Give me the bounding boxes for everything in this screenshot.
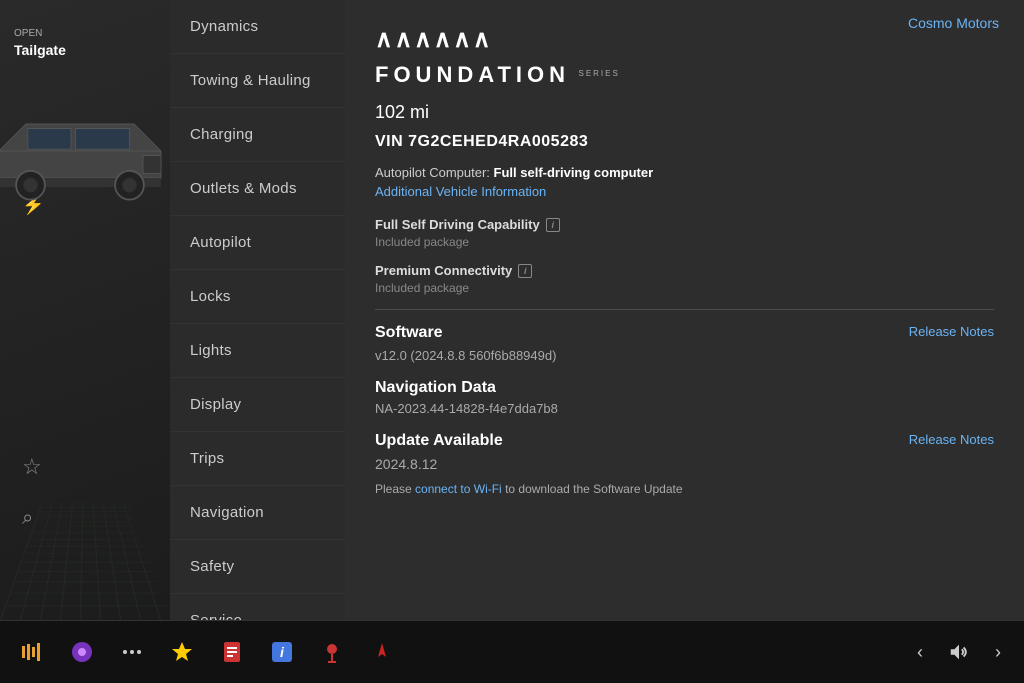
- mileage-display: 102 mi: [375, 102, 994, 123]
- volume-control[interactable]: [940, 641, 978, 663]
- sidebar-item-charging[interactable]: Charging: [170, 108, 345, 162]
- software-section-row: Software Release Notes: [375, 324, 994, 342]
- sidebar-item-towing[interactable]: Towing & Hauling: [170, 54, 345, 108]
- update-version: 2024.8.12: [375, 456, 994, 472]
- nav-data-value: NA-2023.44-14828-f4e7dda7b8: [375, 401, 994, 416]
- foundation-label: FOUNDATION: [375, 62, 570, 87]
- sidebar-nav: Dynamics Towing & Hauling Charging Outle…: [170, 0, 345, 620]
- back-button[interactable]: ‹: [904, 636, 936, 668]
- foundation-series: SERIES: [578, 69, 619, 78]
- taskbar-info-icon[interactable]: i: [260, 630, 304, 674]
- sidebar-item-locks[interactable]: Locks: [170, 270, 345, 324]
- taskbar-apps-icon[interactable]: [60, 630, 104, 674]
- taskbar: i ‹ ›: [0, 620, 1024, 683]
- taskbar-file-icon[interactable]: [210, 630, 254, 674]
- fsd-title: Full Self Driving Capability i: [375, 217, 994, 232]
- fsd-feature: Full Self Driving Capability i Included …: [375, 217, 994, 249]
- vehicle-image: [0, 90, 170, 230]
- vin-display: VIN 7G2CEHED4RA005283: [375, 133, 994, 151]
- update-section-row: Update Available Release Notes: [375, 432, 994, 450]
- left-panel: Open Tailgate ⚡ ☆ ⌕: [0, 0, 170, 620]
- forward-button[interactable]: ›: [982, 636, 1014, 668]
- premium-sub: Included package: [375, 281, 994, 295]
- sidebar-item-dynamics[interactable]: Dynamics: [170, 0, 345, 54]
- sidebar-item-display[interactable]: Display: [170, 378, 345, 432]
- sidebar-item-lights[interactable]: Lights: [170, 324, 345, 378]
- taskbar-menu-icon[interactable]: [110, 630, 154, 674]
- taskbar-navigation-controls: ‹ ›: [904, 636, 1014, 668]
- brand-logo: ∧∧∧∧∧∧: [375, 25, 994, 54]
- software-release-notes-link[interactable]: Release Notes: [909, 324, 994, 339]
- additional-info-link[interactable]: Additional Vehicle Information: [375, 184, 994, 199]
- software-section-title: Software: [375, 324, 443, 342]
- sidebar-item-autopilot[interactable]: Autopilot: [170, 216, 345, 270]
- taskbar-pin-icon[interactable]: [310, 630, 354, 674]
- brand-logo-area: ∧∧∧∧∧∧: [375, 25, 994, 54]
- nav-data-title: Navigation Data: [375, 379, 994, 397]
- premium-info-icon[interactable]: i: [518, 264, 532, 278]
- taskbar-games-icon[interactable]: [160, 630, 204, 674]
- update-release-notes-link[interactable]: Release Notes: [909, 432, 994, 447]
- search-icon[interactable]: ⌕: [22, 507, 33, 530]
- cosmo-motors-link[interactable]: Cosmo Motors: [908, 15, 999, 31]
- software-version: v12.0 (2024.8.8 560f6b88949d): [375, 348, 994, 363]
- sidebar-item-safety[interactable]: Safety: [170, 540, 345, 594]
- premium-feature: Premium Connectivity i Included package: [375, 263, 994, 295]
- star-icon[interactable]: ☆: [22, 454, 42, 480]
- divider-1: [375, 309, 994, 310]
- autopilot-label: Autopilot Computer:: [375, 165, 490, 180]
- autopilot-info: Autopilot Computer: Full self-driving co…: [375, 165, 994, 180]
- taskbar-nav-icon[interactable]: [360, 630, 404, 674]
- sidebar-item-outlets[interactable]: Outlets & Mods: [170, 162, 345, 216]
- update-title: Update Available: [375, 432, 503, 450]
- sidebar-item-navigation[interactable]: Navigation: [170, 486, 345, 540]
- main-content: Cosmo Motors ∧∧∧∧∧∧ FOUNDATION SERIES 10…: [345, 0, 1024, 620]
- autopilot-value: Full self-driving computer: [494, 165, 654, 180]
- wifi-link[interactable]: connect to Wi-Fi: [415, 482, 502, 496]
- fsd-sub: Included package: [375, 235, 994, 249]
- premium-title: Premium Connectivity i: [375, 263, 994, 278]
- sidebar-item-service[interactable]: Service: [170, 594, 345, 620]
- wifi-notice: Please connect to Wi-Fi to download the …: [375, 482, 994, 496]
- open-label: Open: [14, 28, 42, 39]
- sidebar-item-trips[interactable]: Trips: [170, 432, 345, 486]
- foundation-badge: FOUNDATION SERIES: [375, 62, 994, 88]
- taskbar-audio-icon[interactable]: [10, 630, 54, 674]
- fsd-info-icon[interactable]: i: [546, 218, 560, 232]
- tailgate-label: Tailgate: [14, 42, 66, 58]
